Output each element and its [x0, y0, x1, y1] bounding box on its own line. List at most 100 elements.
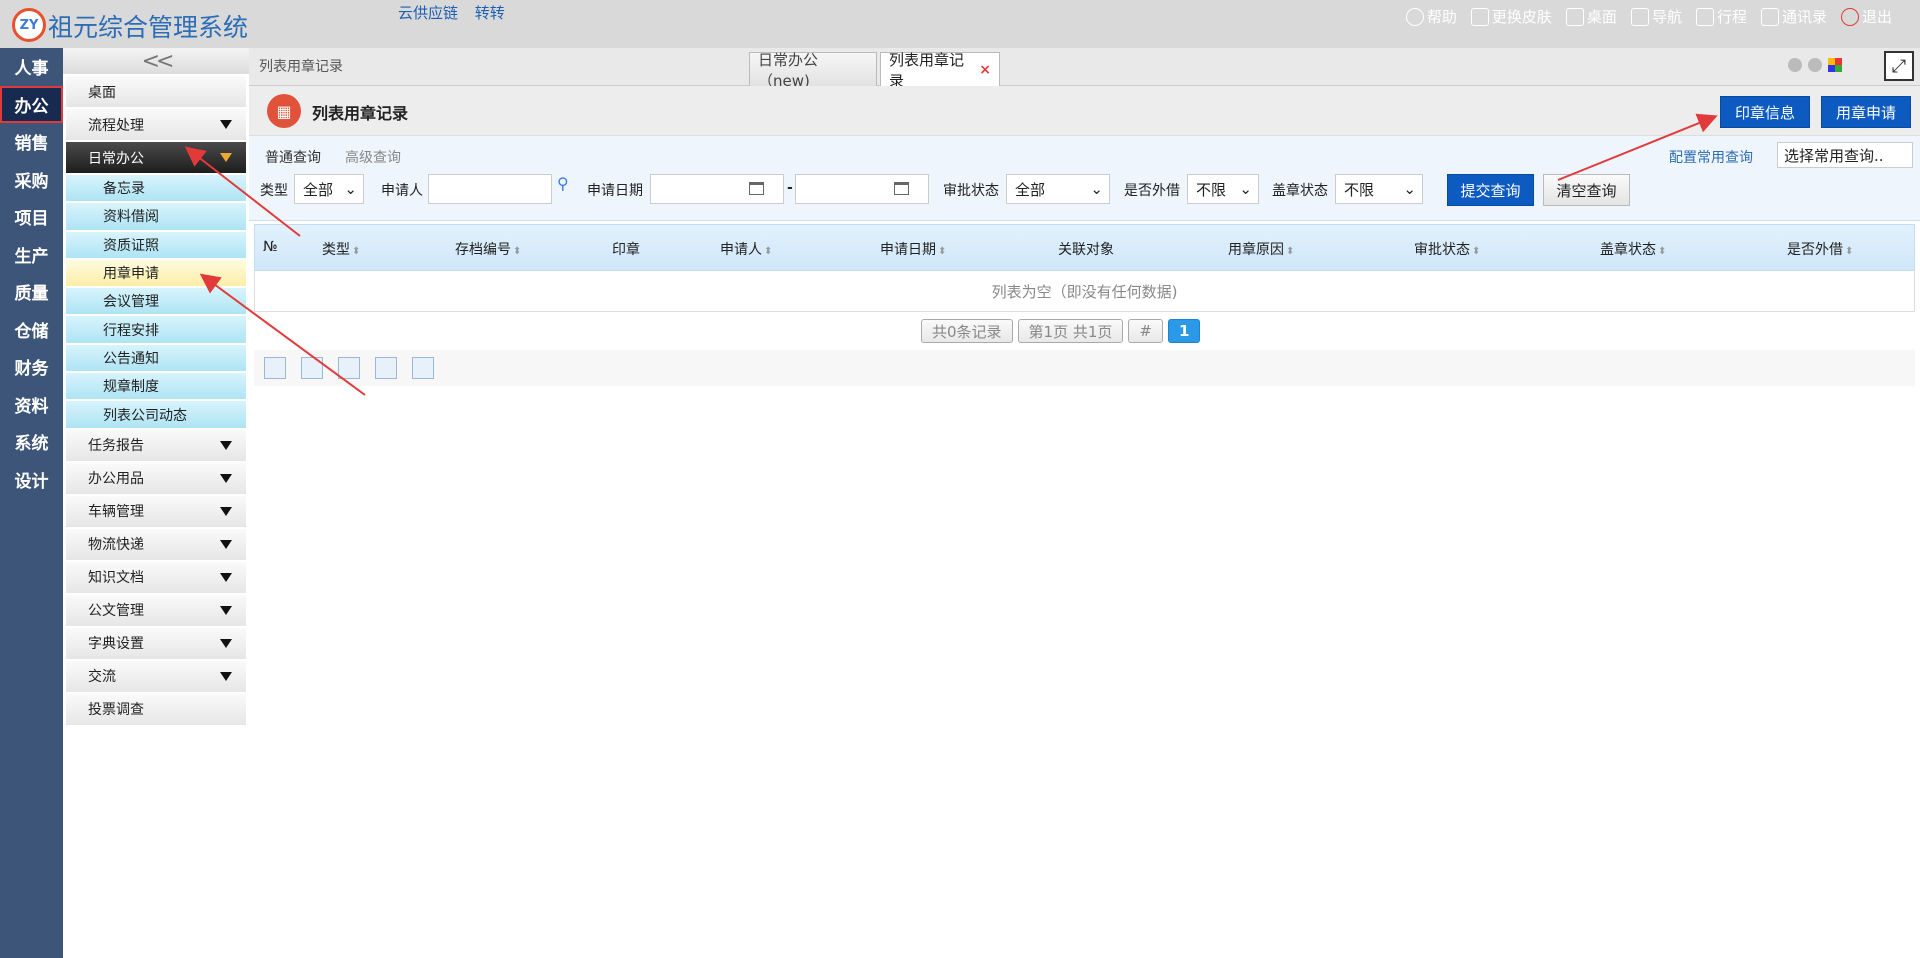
- tab-label: 列表用章记录: [889, 50, 965, 90]
- select-all-icon[interactable]: [264, 357, 286, 379]
- tab-normal-query[interactable]: 普通查询: [265, 147, 321, 167]
- external-value: 不限: [1196, 180, 1227, 199]
- nav-hr[interactable]: 人事: [0, 48, 63, 86]
- applicant-input[interactable]: [428, 174, 552, 204]
- skin-button[interactable]: 更换皮肤: [1470, 6, 1552, 27]
- nav-button[interactable]: 导航: [1630, 6, 1682, 27]
- schedule-button[interactable]: 行程: [1695, 6, 1747, 27]
- nav-design[interactable]: 设计: [0, 461, 63, 499]
- nav-docs[interactable]: 资料: [0, 386, 63, 424]
- submit-query-button[interactable]: 提交查询: [1447, 174, 1534, 206]
- collapse-sidebar-button[interactable]: <<: [63, 48, 249, 74]
- page-current[interactable]: 1: [1167, 319, 1201, 343]
- menu-daily-office[interactable]: 日常办公: [66, 142, 246, 173]
- menu-vote[interactable]: 投票调查: [66, 693, 246, 725]
- breadcrumb: 列表用章记录: [259, 59, 343, 75]
- tab-daily-office[interactable]: 日常办公（new): [749, 51, 877, 90]
- menu-flow[interactable]: 流程处理: [66, 109, 246, 140]
- desktop-button[interactable]: 桌面: [1565, 6, 1617, 27]
- link-zhuanzhuan[interactable]: 转转: [475, 4, 505, 22]
- menu-official-docs[interactable]: 公文管理: [66, 594, 246, 626]
- col-external[interactable]: 是否外借 ⬍: [1787, 239, 1853, 259]
- type-value: 全部: [303, 180, 334, 199]
- sub-meeting[interactable]: 会议管理: [66, 288, 246, 315]
- sub-schedule[interactable]: 行程安排: [66, 316, 246, 343]
- nav-quality[interactable]: 质量: [0, 273, 63, 311]
- col-apply-date[interactable]: 申请日期 ⬍: [880, 239, 946, 259]
- menu-logistics[interactable]: 物流快递: [66, 528, 246, 560]
- approval-value: 全部: [1015, 180, 1046, 199]
- sub-memo[interactable]: 备忘录: [66, 175, 246, 202]
- expand-button[interactable]: ⤢: [1884, 51, 1914, 81]
- approval-select[interactable]: 全部 ⌄: [1006, 174, 1110, 204]
- menu-label: 知识文档: [88, 570, 144, 587]
- sub-certificates[interactable]: 资质证照: [66, 231, 246, 258]
- grid-icon: [1630, 7, 1649, 26]
- close-icon[interactable]: ×: [979, 62, 991, 78]
- clear-query-button[interactable]: 清空查询: [1543, 174, 1630, 206]
- search-icon[interactable]: ⚲: [557, 174, 569, 193]
- sub-seal-apply[interactable]: 用章申请: [66, 259, 246, 287]
- menu-knowledge[interactable]: 知识文档: [66, 561, 246, 593]
- settings-icon[interactable]: [412, 357, 434, 379]
- nav-project[interactable]: 项目: [0, 198, 63, 236]
- menu-communication[interactable]: 交流: [66, 660, 246, 692]
- logout-button[interactable]: 退出: [1840, 6, 1892, 27]
- saved-query-select[interactable]: 选择常用查询..: [1777, 142, 1913, 168]
- col-stamp[interactable]: 盖章状态 ⬍: [1600, 239, 1666, 259]
- sub-rules[interactable]: 规章制度: [66, 373, 246, 400]
- seal-info-button[interactable]: 印章信息: [1720, 96, 1811, 128]
- menu-desktop[interactable]: 桌面: [66, 76, 246, 107]
- tab-advanced-query[interactable]: 高级查询: [345, 147, 401, 167]
- tab-seal-records[interactable]: 列表用章记录 ×: [880, 51, 1000, 90]
- sort-icon: ⬍: [513, 246, 522, 257]
- col-type[interactable]: 类型 ⬍: [322, 239, 360, 259]
- col-approval[interactable]: 审批状态 ⬍: [1414, 239, 1480, 259]
- col-reason[interactable]: 用章原因 ⬍: [1228, 239, 1294, 259]
- menu-task-report[interactable]: 任务报告: [66, 429, 246, 461]
- help-button[interactable]: 帮助: [1405, 6, 1457, 27]
- link-cloud-supply[interactable]: 云供应链: [398, 4, 458, 22]
- windows-icon[interactable]: [1828, 58, 1842, 72]
- next-tab-icon[interactable]: [1808, 58, 1822, 72]
- seal-apply-button[interactable]: 用章申请: [1821, 96, 1912, 128]
- nav-office[interactable]: 办公: [0, 85, 63, 123]
- type-select[interactable]: 全部 ⌄: [294, 174, 364, 204]
- config-query-link[interactable]: 配置常用查询: [1669, 147, 1753, 167]
- contacts-label: 通讯录: [1781, 8, 1827, 26]
- calendar-icon[interactable]: [749, 182, 764, 195]
- page-jump[interactable]: #: [1128, 319, 1163, 343]
- external-select[interactable]: 不限 ⌄: [1187, 174, 1259, 204]
- sub-company-news[interactable]: 列表公司动态: [66, 401, 246, 428]
- nav-system[interactable]: 系统: [0, 423, 63, 461]
- date-separator: -: [787, 180, 793, 196]
- col-archive-no[interactable]: 存档编号 ⬍: [455, 239, 521, 259]
- schedule-label: 行程: [1716, 8, 1747, 26]
- export-icon[interactable]: [301, 357, 323, 379]
- pagination: 共0条记录 第1页 共1页 # 1: [921, 319, 1201, 343]
- col-applicant[interactable]: 申请人 ⬍: [720, 239, 772, 259]
- menu-vehicles[interactable]: 车辆管理: [66, 495, 246, 527]
- sub-borrow[interactable]: 资料借阅: [66, 203, 246, 230]
- nav-finance[interactable]: 财务: [0, 348, 63, 386]
- menu-dictionary[interactable]: 字典设置: [66, 627, 246, 659]
- nav-production[interactable]: 生产: [0, 236, 63, 274]
- nav-purchase[interactable]: 采购: [0, 161, 63, 199]
- col-label: 申请人: [720, 242, 762, 258]
- contacts-button[interactable]: 通讯录: [1760, 6, 1827, 27]
- desktop-label: 桌面: [1586, 8, 1617, 26]
- table-icon[interactable]: [338, 357, 360, 379]
- caret-down-icon: [220, 638, 232, 648]
- nav-sales[interactable]: 销售: [0, 123, 63, 161]
- stamp-select[interactable]: 不限 ⌄: [1335, 174, 1423, 204]
- sub-notice[interactable]: 公告通知: [66, 344, 246, 372]
- menu-daily-label: 日常办公: [88, 150, 144, 167]
- nav-warehouse[interactable]: 仓储: [0, 311, 63, 349]
- menu-office-supplies[interactable]: 办公用品: [66, 462, 246, 494]
- logout-label: 退出: [1861, 8, 1892, 26]
- edit-icon[interactable]: [375, 357, 397, 379]
- tab-bar: 列表用章记录 日常办公（new) 列表用章记录 × ⤢: [249, 48, 1920, 90]
- caret-down-icon: [220, 671, 232, 681]
- calendar-icon[interactable]: [894, 182, 909, 195]
- prev-tab-icon[interactable]: [1788, 58, 1802, 72]
